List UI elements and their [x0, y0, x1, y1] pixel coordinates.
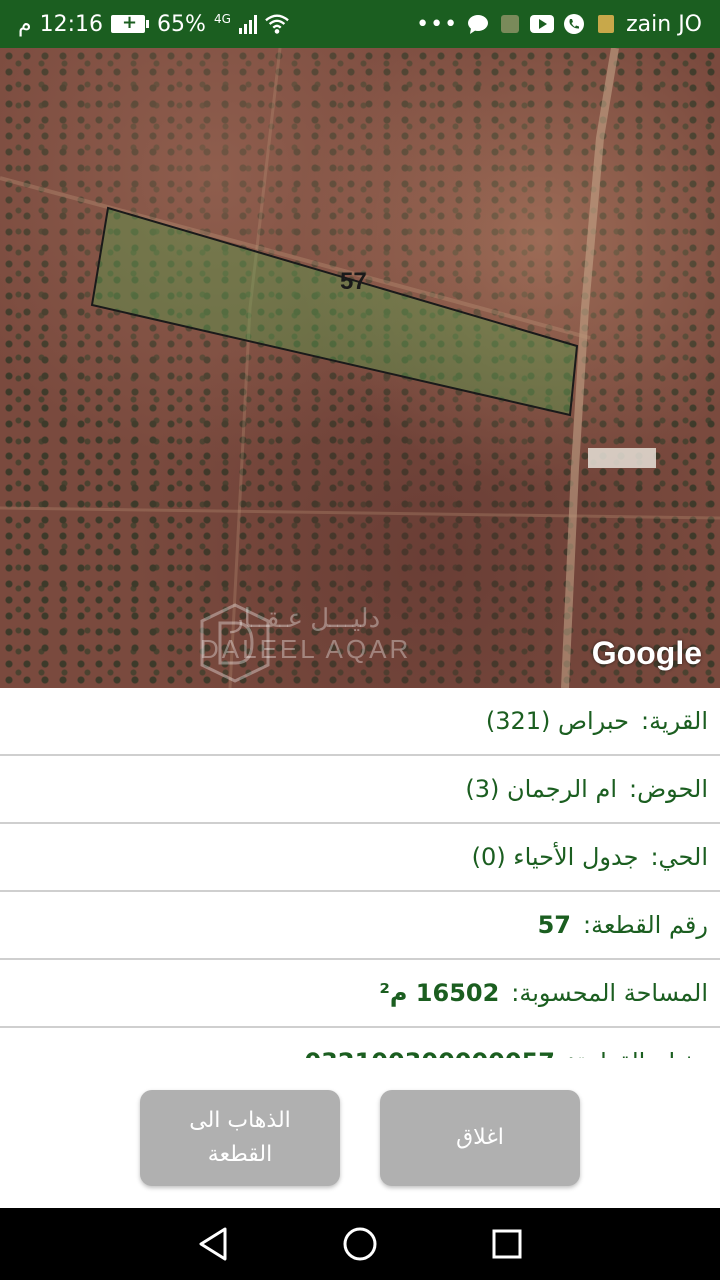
neighborhood-row: الحي: جدول الأحياء (0) — [0, 824, 720, 892]
basin-value: ام الرجمان (3) — [465, 775, 618, 803]
village-label: القرية: — [641, 707, 708, 735]
neighborhood-label: الحي: — [650, 843, 708, 871]
parcel-info-list: القرية: حبراص (321) الحوض: ام الرجمان (3… — [0, 688, 720, 1058]
map-overlay — [0, 48, 720, 688]
field-boundary — [228, 48, 282, 688]
basin-label: الحوض: — [629, 775, 708, 803]
area-row: المساحة المحسوبة: 16502 م² — [0, 960, 720, 1028]
parcel-polygon[interactable] — [90, 206, 579, 417]
watermark: دليـــل عـقــار DALEEL AQAR — [200, 603, 411, 683]
ampm-indicator: م — [18, 11, 32, 37]
area-value: 16502 م² — [379, 979, 500, 1007]
phone-icon — [562, 12, 586, 36]
carrier-name: zain JO — [626, 11, 702, 37]
close-button[interactable]: اغلاق — [380, 1090, 580, 1186]
battery-percent: 65% — [157, 11, 206, 37]
signal-icon — [238, 14, 257, 34]
action-buttons: الذهاب الى القطعة اغلاق — [0, 1058, 720, 1208]
basin-row: الحوض: ام الرجمان (3) — [0, 756, 720, 824]
parcel-number-label-text: رقم القطعة: — [582, 911, 708, 939]
watermark-logo-icon — [200, 603, 270, 683]
village-row: القرية: حبراص (321) — [0, 688, 720, 756]
satellite-map[interactable]: 57 دليـــل عـقــار DALEEL AQAR Google — [0, 48, 720, 688]
wifi-icon — [265, 12, 289, 36]
network-type: 4G — [213, 11, 231, 26]
building — [588, 448, 656, 468]
village-value: حبراص (321) — [485, 707, 629, 735]
notification-icon — [498, 12, 522, 36]
goto-parcel-button[interactable]: الذهاب الى القطعة — [140, 1090, 340, 1186]
recents-icon[interactable] — [487, 1224, 527, 1264]
clock: 12:16 — [39, 11, 104, 37]
back-icon[interactable] — [193, 1224, 233, 1264]
parcel-key-value: 032100300000057 — [304, 1048, 555, 1058]
field-boundary — [0, 506, 720, 520]
neighborhood-value: جدول الأحياء (0) — [471, 843, 639, 871]
google-logo: Google — [591, 635, 702, 671]
parcel-key-row: مفتاح القطعة: 032100300000057 — [0, 1028, 720, 1058]
parcel-number-value: 57 — [537, 911, 571, 939]
more-dots-icon: ••• — [416, 11, 459, 37]
parcel-number-row: رقم القطعة: 57 — [0, 892, 720, 960]
message-icon — [466, 12, 490, 36]
home-icon[interactable] — [340, 1224, 380, 1264]
battery-icon — [111, 12, 150, 33]
area-label: المساحة المحسوبة: — [511, 979, 708, 1007]
parcel-key-label: مفتاح القطعة: — [567, 1048, 708, 1058]
navigation-bar — [0, 1208, 720, 1280]
status-bar: م 12:16 65% 4G ••• zain JO — [0, 0, 720, 48]
status-bar-left: م 12:16 65% 4G — [18, 12, 289, 37]
status-bar-right: ••• zain JO — [416, 12, 702, 37]
parcel-number-label: 57 — [340, 268, 367, 295]
youtube-icon — [530, 12, 555, 36]
sim-icon — [594, 12, 618, 36]
